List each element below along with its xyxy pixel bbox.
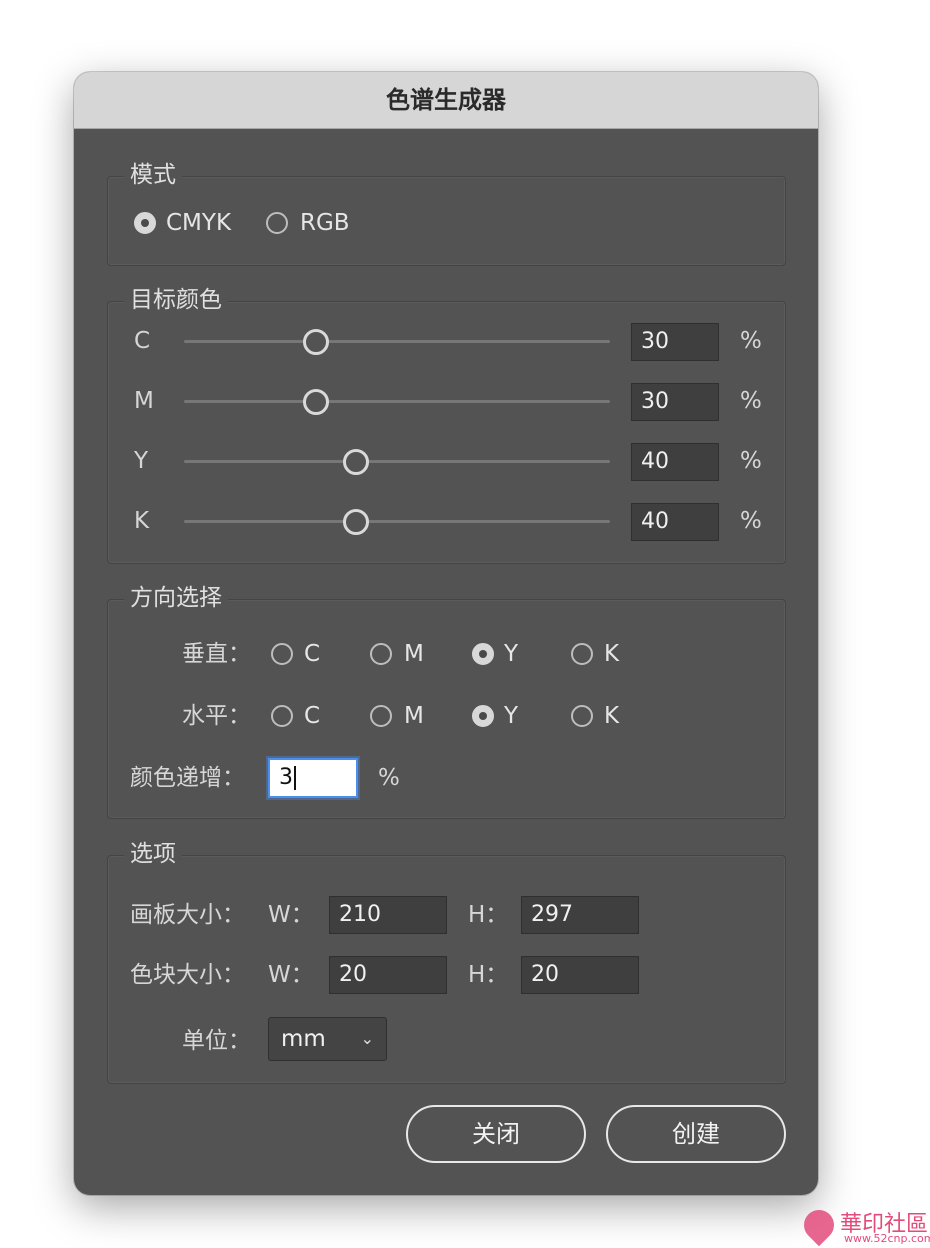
artboard-height-input[interactable]: 297 [521,896,639,934]
mode-legend: 模式 [124,160,182,190]
artboard-h-label: H： [468,902,509,928]
mode-cmyk-radio[interactable] [134,212,156,234]
artboard-w-label: W： [268,902,314,928]
horizontal-label: 水平： [182,703,251,729]
mode-cmyk-label: CMYK [166,210,232,236]
vertical-label: 垂直： [182,641,251,667]
mode-group: 模式 CMYK RGB [107,160,786,266]
increment-label: 颜色递增： [130,765,245,791]
increment-value: 3 [279,765,293,790]
channel-c-unit: % [740,328,762,354]
artboard-width-input[interactable]: 210 [329,896,447,934]
color-chart-dialog: 色谱生成器 模式 CMYK RGB 目标颜色 C 30 % M 30 % Y 4… [74,72,818,1195]
swatch-height-input[interactable]: 20 [521,956,639,994]
vertical-y-radio[interactable] [472,643,494,665]
vertical-m-label: M [404,641,424,667]
dialog-title: 色谱生成器 [74,72,818,129]
channel-m-slider-thumb[interactable] [303,389,329,415]
vertical-m-radio[interactable] [370,643,392,665]
channel-c-label: C [134,328,151,354]
mode-rgb-radio[interactable] [266,212,288,234]
chevron-down-icon: ⌄ [360,1029,374,1048]
watermark-logo-icon [797,1203,841,1247]
horizontal-k-radio[interactable] [571,705,593,727]
swatch-w-label: W： [268,962,314,988]
vertical-y-label: Y [504,641,519,667]
channel-k-slider-thumb[interactable] [343,509,369,535]
target-color-legend: 目标颜色 [124,285,228,315]
swatch-width-input[interactable]: 20 [329,956,447,994]
horizontal-c-label: C [304,703,321,729]
channel-k-unit: % [740,508,762,534]
options-legend: 选项 [124,839,182,869]
create-button[interactable]: 创建 [606,1105,786,1163]
unit-select[interactable]: mm ⌄ [268,1017,387,1061]
horizontal-y-radio[interactable] [472,705,494,727]
direction-legend: 方向选择 [124,583,228,613]
unit-label: 单位： [182,1028,251,1054]
mode-rgb-label: RGB [300,210,350,236]
vertical-c-label: C [304,641,321,667]
artboard-size-label: 画板大小： [130,902,245,928]
swatch-size-label: 色块大小： [130,962,245,988]
channel-k-label: K [134,508,150,534]
horizontal-y-label: Y [504,703,519,729]
channel-m-input[interactable]: 30 [631,383,719,421]
vertical-c-radio[interactable] [271,643,293,665]
channel-c-input[interactable]: 30 [631,323,719,361]
channel-y-unit: % [740,448,762,474]
options-group: 选项 画板大小： W： 210 H： 297 色块大小： W： 20 H： 20… [107,839,786,1084]
channel-m-slider-track[interactable] [184,400,610,403]
channel-k-slider-track[interactable] [184,520,610,523]
watermark-url: www.52cnp.com [844,1232,930,1245]
unit-select-value: mm [281,1026,326,1052]
text-caret [294,766,296,790]
channel-m-unit: % [740,388,762,414]
target-color-group: 目标颜色 C 30 % M 30 % Y 40 % K 40 % [107,285,786,564]
channel-m-label: M [134,388,154,414]
swatch-h-label: H： [468,962,509,988]
direction-group: 方向选择 垂直： C M Y K 水平： C M Y K 颜色递增： 3 % [107,583,786,819]
channel-y-slider-track[interactable] [184,460,610,463]
horizontal-m-radio[interactable] [370,705,392,727]
watermark: 華印社區 www.52cnp.com [797,1203,930,1248]
increment-input[interactable]: 3 [268,758,358,798]
channel-c-slider-track[interactable] [184,340,610,343]
vertical-k-radio[interactable] [571,643,593,665]
channel-k-input[interactable]: 40 [631,503,719,541]
channel-c-slider-thumb[interactable] [303,329,329,355]
horizontal-k-label: K [604,703,620,729]
vertical-k-label: K [604,641,620,667]
channel-y-slider-thumb[interactable] [343,449,369,475]
horizontal-c-radio[interactable] [271,705,293,727]
increment-unit: % [378,765,400,791]
channel-y-label: Y [134,448,149,474]
channel-y-input[interactable]: 40 [631,443,719,481]
close-button[interactable]: 关闭 [406,1105,586,1163]
horizontal-m-label: M [404,703,424,729]
